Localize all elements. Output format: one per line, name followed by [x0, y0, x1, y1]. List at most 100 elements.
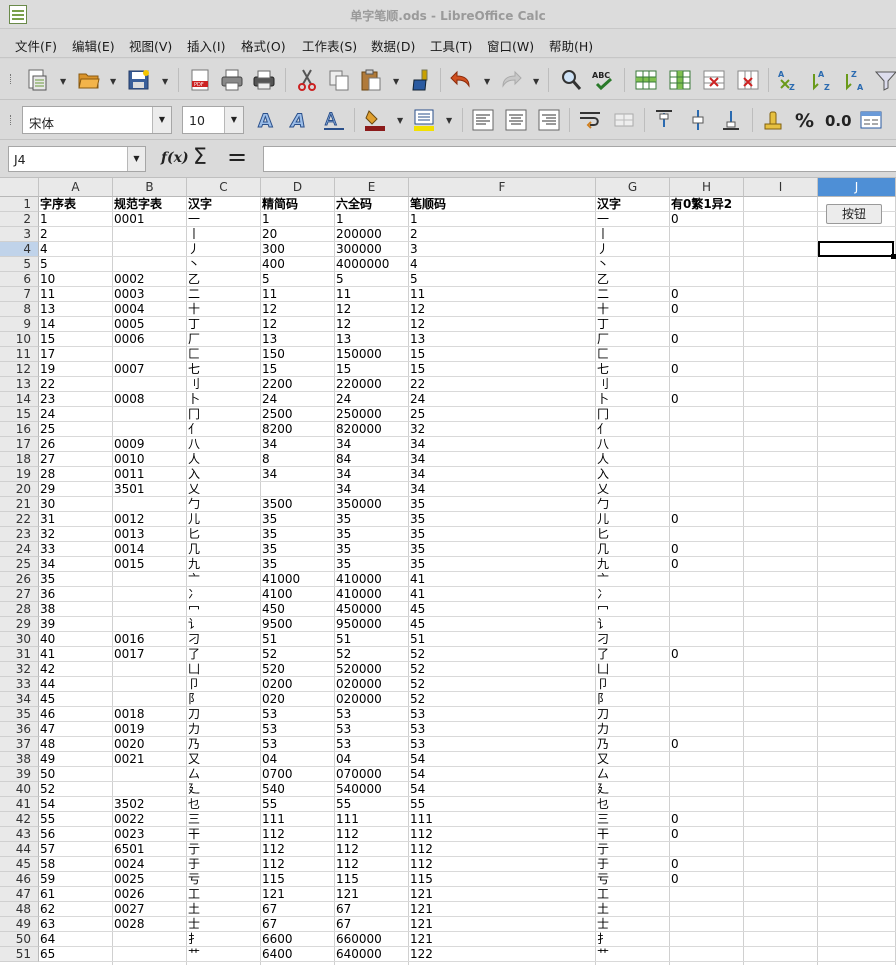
table-cell[interactable]: 九: [596, 557, 669, 572]
menu-help[interactable]: 帮助(H): [549, 36, 593, 55]
row-header[interactable]: 19: [0, 467, 39, 482]
table-cell[interactable]: 乜: [596, 797, 669, 812]
table-cell[interactable]: 勹: [596, 497, 669, 512]
row-header[interactable]: 42: [0, 812, 39, 827]
table-cell[interactable]: 540000: [335, 782, 408, 797]
table-cell[interactable]: 卩: [596, 677, 669, 692]
table-cell[interactable]: 36: [39, 587, 112, 602]
form-button[interactable]: 按钮: [826, 204, 882, 224]
table-cell[interactable]: 57: [39, 842, 112, 857]
table-cell[interactable]: 丿: [596, 242, 669, 257]
table-cell[interactable]: 35: [335, 542, 408, 557]
table-cell[interactable]: 乂: [596, 482, 669, 497]
export-pdf-icon[interactable]: PDF: [188, 68, 212, 92]
toolbar-grip[interactable]: [10, 115, 13, 125]
table-cell[interactable]: 15: [335, 362, 408, 377]
table-cell[interactable]: 67: [261, 917, 334, 932]
table-cell[interactable]: 0017: [113, 647, 186, 662]
row-header[interactable]: 5: [0, 257, 39, 272]
menu-view[interactable]: 视图(V): [129, 36, 172, 55]
row-header[interactable]: 30: [0, 632, 39, 647]
font-name-combobox[interactable]: 宋体 ▼: [22, 106, 172, 134]
table-cell[interactable]: 0011: [113, 467, 186, 482]
row-header[interactable]: 49: [0, 917, 39, 932]
row-header[interactable]: 22: [0, 512, 39, 527]
column-header-j[interactable]: J: [818, 178, 896, 197]
open-folder-icon[interactable]: [77, 68, 101, 92]
table-cell[interactable]: 0: [670, 872, 743, 887]
table-cell[interactable]: 53: [335, 737, 408, 752]
column-icon[interactable]: [668, 68, 692, 92]
table-cell[interactable]: 0024: [113, 857, 186, 872]
table-cell[interactable]: 0010: [113, 452, 186, 467]
chevron-down-icon[interactable]: ▼: [162, 76, 169, 88]
chevron-down-icon[interactable]: ▼: [393, 76, 400, 88]
table-cell[interactable]: 亏: [596, 872, 669, 887]
paste-icon[interactable]: [359, 68, 383, 92]
table-cell[interactable]: 12: [409, 317, 595, 332]
table-cell[interactable]: 115: [335, 872, 408, 887]
table-cell[interactable]: 几: [187, 542, 260, 557]
menu-format[interactable]: 格式(O): [241, 36, 286, 55]
table-cell[interactable]: 52: [409, 677, 595, 692]
underline-a-icon[interactable]: A: [322, 108, 346, 132]
table-cell[interactable]: 04: [335, 752, 408, 767]
table-cell[interactable]: 53: [409, 722, 595, 737]
table-cell[interactable]: 儿: [187, 512, 260, 527]
table-cell[interactable]: 一: [596, 212, 669, 227]
column-header-b[interactable]: B: [113, 178, 187, 197]
table-cell[interactable]: 5: [335, 272, 408, 287]
table-cell[interactable]: 53: [261, 722, 334, 737]
table-cell[interactable]: 人: [596, 452, 669, 467]
table-cell[interactable]: 45: [409, 617, 595, 632]
table-cell[interactable]: 丶: [187, 257, 260, 272]
table-cell[interactable]: 111: [261, 812, 334, 827]
table-cell[interactable]: 0: [670, 212, 743, 227]
table-cell[interactable]: 121: [261, 887, 334, 902]
table-cell[interactable]: 54: [409, 767, 595, 782]
column-header-a[interactable]: A: [39, 178, 113, 197]
table-cell[interactable]: 350000: [335, 497, 408, 512]
table-cell[interactable]: 61: [39, 887, 112, 902]
row-header[interactable]: 1: [0, 197, 39, 212]
table-cell[interactable]: 5: [39, 257, 112, 272]
table-cell[interactable]: 0019: [113, 722, 186, 737]
table-cell[interactable]: 32: [409, 422, 595, 437]
table-cell[interactable]: 50: [39, 767, 112, 782]
table-cell[interactable]: 41: [409, 587, 595, 602]
table-cell[interactable]: 67: [261, 902, 334, 917]
table-cell[interactable]: 干: [596, 827, 669, 842]
table-cell[interactable]: 七: [596, 362, 669, 377]
table-cell[interactable]: 122: [409, 947, 595, 962]
table-cell[interactable]: 乂: [187, 482, 260, 497]
table-cell[interactable]: 64: [39, 932, 112, 947]
background-color-icon[interactable]: [363, 108, 387, 132]
new-document-icon[interactable]: [26, 68, 50, 92]
table-cell[interactable]: 0004: [113, 302, 186, 317]
row-header[interactable]: 10: [0, 332, 39, 347]
column-title-cell[interactable]: 有0繁1异2: [670, 197, 743, 212]
table-cell[interactable]: 亻: [187, 422, 260, 437]
table-cell[interactable]: 26: [39, 437, 112, 452]
table-cell[interactable]: 112: [261, 857, 334, 872]
table-cell[interactable]: 又: [596, 752, 669, 767]
table-cell[interactable]: 3500: [261, 497, 334, 512]
table-cell[interactable]: 53: [261, 707, 334, 722]
table-cell[interactable]: 67: [335, 902, 408, 917]
table-cell[interactable]: 于: [187, 857, 260, 872]
column-title-cell[interactable]: 精简码: [261, 197, 334, 212]
table-cell[interactable]: 又: [187, 752, 260, 767]
table-cell[interactable]: 27: [39, 452, 112, 467]
table-cell[interactable]: 刀: [187, 707, 260, 722]
table-cell[interactable]: 111: [409, 812, 595, 827]
row-header[interactable]: 3: [0, 227, 39, 242]
table-cell[interactable]: 15: [261, 362, 334, 377]
table-cell[interactable]: 丶: [596, 257, 669, 272]
table-cell[interactable]: 八: [187, 437, 260, 452]
table-cell[interactable]: 39: [39, 617, 112, 632]
table-cell[interactable]: 4000000: [335, 257, 408, 272]
table-cell[interactable]: 入: [596, 467, 669, 482]
row-header[interactable]: 50: [0, 932, 39, 947]
spellcheck-icon[interactable]: ABC: [591, 68, 615, 92]
table-cell[interactable]: 0027: [113, 902, 186, 917]
